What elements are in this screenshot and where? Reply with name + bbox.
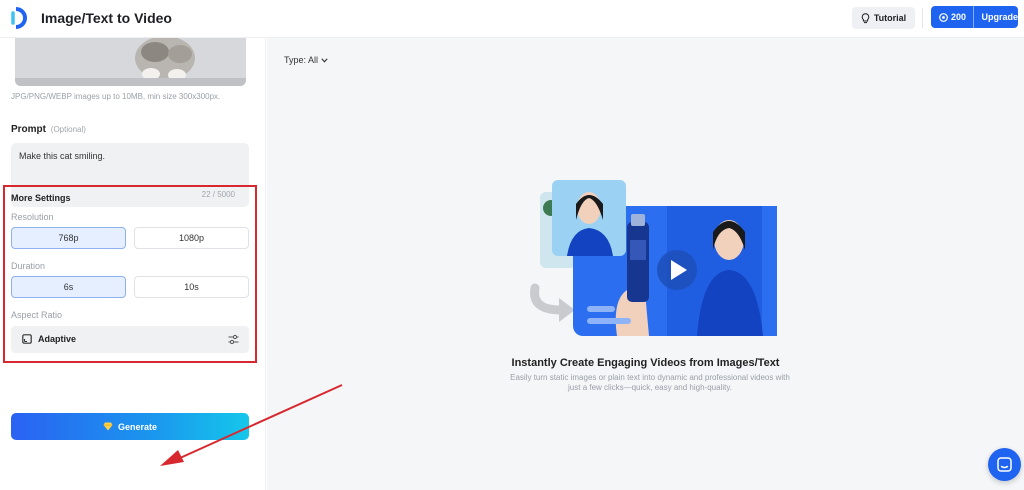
aspect-ratio-select[interactable]: Adaptive bbox=[11, 326, 249, 353]
cat-image bbox=[15, 38, 246, 86]
chat-icon bbox=[997, 457, 1012, 472]
prompt-label-text: Prompt bbox=[11, 124, 46, 135]
aspect-ratio-label: Aspect Ratio bbox=[11, 310, 63, 320]
uploaded-image-preview[interactable] bbox=[15, 38, 246, 86]
prompt-label: Prompt (Optional) bbox=[11, 124, 86, 135]
resolution-label: Resolution bbox=[11, 212, 54, 222]
empty-state-title: Instantly Create Engaging Videos from Im… bbox=[511, 357, 780, 369]
aspect-ratio-value: Adaptive bbox=[38, 334, 77, 344]
coin-icon bbox=[939, 12, 948, 22]
chat-support-button[interactable] bbox=[988, 448, 1021, 481]
empty-state-illustration bbox=[530, 180, 777, 336]
duration-label: Duration bbox=[11, 261, 46, 271]
prompt-text: Make this cat smiling. bbox=[19, 151, 106, 161]
more-settings-title: More Settings bbox=[11, 193, 71, 203]
resolution-option-768p[interactable]: 768p bbox=[11, 227, 126, 249]
gem-icon bbox=[103, 422, 113, 431]
generate-button[interactable]: Generate bbox=[11, 413, 249, 440]
results-panel: Type: All Instantly Create Engaging Vide… bbox=[267, 38, 1024, 490]
lightbulb-icon bbox=[861, 12, 870, 23]
type-filter-label: Type: All bbox=[284, 55, 319, 65]
app-header: Image/Text to Video Tutorial 200 Upgrade bbox=[0, 0, 1024, 38]
upgrade-label: Upgrade bbox=[981, 12, 1018, 22]
duration-option-10s[interactable]: 10s bbox=[134, 276, 249, 298]
file-requirements-hint: JPG/PNG/WEBP images up to 10MB, min size… bbox=[11, 92, 221, 101]
upgrade-button[interactable]: 200 Upgrade bbox=[931, 6, 1018, 28]
resolution-option-1080p[interactable]: 1080p bbox=[134, 227, 249, 249]
credits-count: 200 bbox=[951, 12, 967, 22]
empty-state-description: Easily turn static images or plain text … bbox=[510, 373, 790, 392]
generate-label: Generate bbox=[117, 421, 158, 432]
header-divider bbox=[922, 8, 923, 28]
app-title: Image/Text to Video bbox=[41, 10, 172, 26]
duration-option-6s[interactable]: 6s bbox=[11, 276, 126, 298]
brand-logo-icon[interactable] bbox=[10, 7, 32, 29]
type-filter-dropdown[interactable]: Type: All bbox=[284, 55, 328, 65]
chevron-down-icon bbox=[321, 57, 328, 63]
credits-display[interactable]: 200 bbox=[931, 6, 975, 28]
prompt-optional-tag: (Optional) bbox=[50, 125, 86, 134]
tutorial-button[interactable]: Tutorial bbox=[852, 7, 915, 29]
aspect-ratio-icon bbox=[22, 334, 32, 344]
tutorial-label: Tutorial bbox=[873, 13, 907, 23]
sliders-icon[interactable] bbox=[228, 334, 239, 345]
